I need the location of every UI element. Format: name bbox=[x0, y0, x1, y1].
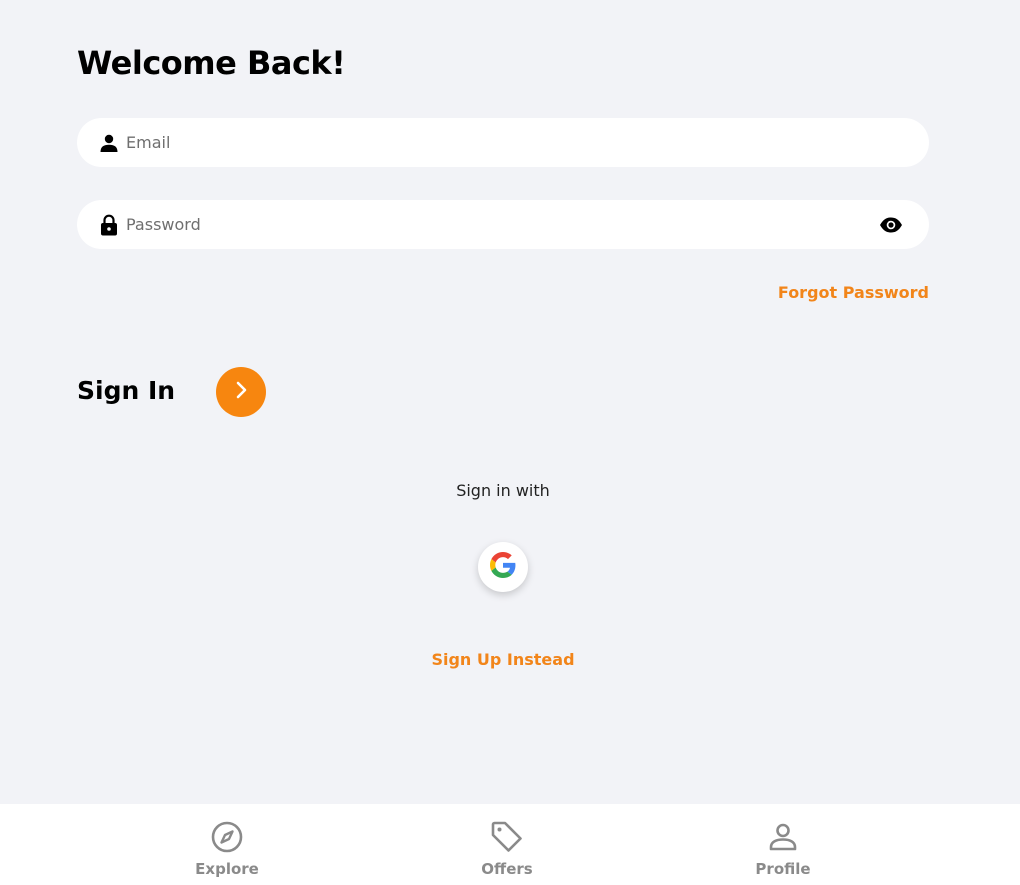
sign-up-instead-link[interactable]: Sign Up Instead bbox=[0, 650, 1006, 669]
sign-in-button[interactable] bbox=[216, 367, 266, 417]
nav-item-profile[interactable]: Profile bbox=[723, 820, 843, 878]
sign-in-label: Sign In bbox=[77, 376, 176, 405]
nav-label-explore: Explore bbox=[195, 860, 259, 878]
eye-icon[interactable] bbox=[879, 214, 903, 236]
lock-icon bbox=[99, 214, 119, 235]
password-field-container[interactable] bbox=[77, 200, 929, 249]
nav-item-offers[interactable]: Offers bbox=[447, 820, 567, 878]
page-title: Welcome Back! bbox=[77, 44, 346, 82]
nav-label-profile: Profile bbox=[755, 860, 811, 878]
google-icon bbox=[490, 551, 516, 583]
email-input[interactable] bbox=[126, 118, 866, 167]
chevron-right-icon bbox=[234, 381, 248, 404]
google-sign-in-button[interactable] bbox=[478, 542, 528, 592]
email-field-container[interactable] bbox=[77, 118, 929, 167]
sign-in-screen: Welcome Back! Forgot Password bbox=[0, 0, 1020, 885]
user-icon bbox=[99, 133, 119, 153]
nav-label-offers: Offers bbox=[481, 860, 533, 878]
nav-item-explore[interactable]: Explore bbox=[167, 820, 287, 878]
bottom-navigation: Explore Offers Profile bbox=[0, 804, 1020, 885]
sign-in-with-label: Sign in with bbox=[456, 481, 550, 500]
person-icon bbox=[766, 820, 800, 854]
forgot-password-link[interactable]: Forgot Password bbox=[778, 283, 929, 302]
compass-icon bbox=[210, 820, 244, 854]
tag-icon bbox=[490, 820, 524, 854]
password-input[interactable] bbox=[126, 200, 866, 249]
